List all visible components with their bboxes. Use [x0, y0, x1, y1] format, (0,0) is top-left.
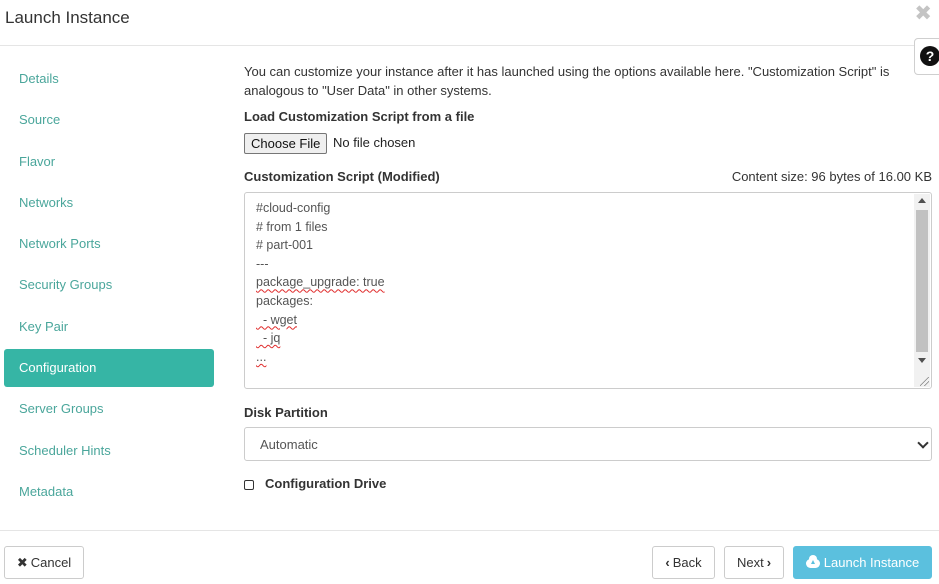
help-icon: ?: [920, 46, 939, 66]
back-label: Back: [672, 555, 702, 570]
nav-item-security-groups[interactable]: Security Groups: [4, 266, 214, 304]
script-line: # part-001: [256, 238, 313, 253]
textarea-scrollbar[interactable]: [914, 194, 930, 387]
script-line: ...: [256, 349, 267, 364]
config-drive-label: Configuration Drive: [265, 476, 387, 491]
launch-instance-button[interactable]: Launch Instance: [793, 546, 932, 579]
file-status: No file chosen: [333, 135, 416, 150]
resize-handle-icon[interactable]: [920, 377, 929, 386]
script-line: # from 1 files: [256, 219, 328, 234]
script-line: - jq: [256, 331, 281, 346]
nav-item-networks[interactable]: Networks: [4, 184, 214, 222]
load-script-label: Load Customization Script from a file: [244, 109, 475, 124]
chevron-right-icon: ›: [766, 555, 772, 570]
choose-file-button[interactable]: Choose File: [244, 133, 328, 154]
modal-footer: ✖ Cancel ‹ Back Next › Launch Instance: [0, 530, 939, 584]
nav-item-network-ports[interactable]: Network Ports: [4, 225, 214, 263]
scroll-down-icon[interactable]: [918, 358, 926, 363]
launch-label: Launch Instance: [823, 555, 920, 570]
script-line: ---: [256, 256, 269, 271]
cancel-label: Cancel: [30, 555, 72, 570]
modal-title: Launch Instance: [5, 8, 130, 27]
nav-item-server-groups[interactable]: Server Groups: [4, 390, 214, 428]
close-icon: ✖: [16, 555, 28, 570]
disk-partition-value: Automatic: [260, 437, 318, 452]
script-line: packages:: [256, 293, 313, 308]
nav-item-configuration[interactable]: Configuration: [4, 349, 214, 388]
help-button[interactable]: ?: [914, 38, 939, 75]
disk-partition-label: Disk Partition: [244, 405, 328, 420]
nav-item-scheduler-hints[interactable]: Scheduler Hints: [4, 432, 214, 470]
nav-item-flavor[interactable]: Flavor: [4, 143, 214, 181]
nav-item-source[interactable]: Source: [4, 101, 214, 139]
nav-item-metadata[interactable]: Metadata: [4, 473, 214, 511]
script-line: - wget: [256, 312, 297, 327]
script-content: #cloud-config # from 1 files # part-001 …: [256, 199, 906, 366]
close-icon[interactable]: ✖: [914, 3, 932, 25]
scroll-up-icon[interactable]: [918, 198, 926, 203]
wizard-nav: Details Source Flavor Networks Network P…: [4, 60, 214, 514]
chevron-left-icon: ‹: [665, 555, 670, 570]
nav-item-details[interactable]: Details: [4, 60, 214, 98]
config-drive-checkbox[interactable]: [244, 480, 254, 490]
script-line: package_upgrade: true: [256, 275, 385, 290]
chevron-down-icon: [917, 437, 929, 449]
content-size: Content size: 96 bytes of 16.00 KB: [731, 169, 932, 184]
modal-header: Launch Instance ✖: [0, 0, 939, 46]
script-line: #cloud-config: [256, 201, 331, 215]
disk-partition-select[interactable]: Automatic: [244, 427, 932, 461]
nav-item-key-pair[interactable]: Key Pair: [4, 308, 214, 346]
customization-script-textarea[interactable]: #cloud-config # from 1 files # part-001 …: [244, 192, 932, 389]
intro-text: You can customize your instance after it…: [244, 64, 890, 98]
next-button[interactable]: Next ›: [724, 546, 784, 579]
next-label: Next: [736, 555, 764, 570]
back-button[interactable]: ‹ Back: [652, 546, 715, 579]
cloud-upload-icon: [805, 555, 820, 568]
script-label: Customization Script (Modified): [244, 169, 440, 184]
scrollbar-thumb[interactable]: [916, 210, 928, 352]
cancel-button[interactable]: ✖ Cancel: [4, 546, 84, 579]
